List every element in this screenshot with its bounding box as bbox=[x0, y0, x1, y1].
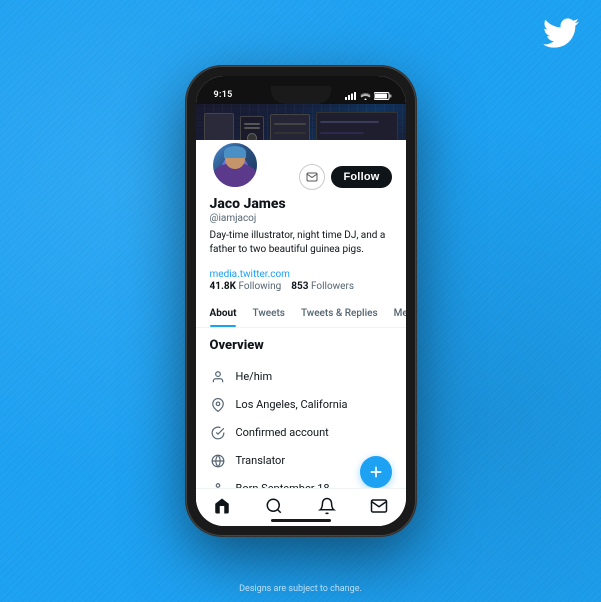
followers-stat[interactable]: 853 Followers bbox=[291, 281, 354, 292]
battery-icon bbox=[374, 92, 392, 100]
profile-link[interactable]: media.twitter.com bbox=[210, 269, 290, 280]
following-count: 41.8K bbox=[210, 281, 236, 292]
following-stat[interactable]: 41.8K Following bbox=[210, 281, 282, 292]
followers-label: Followers bbox=[311, 281, 354, 292]
translator-text: Translator bbox=[236, 454, 286, 467]
overview-title: Overview bbox=[210, 338, 392, 353]
profile-handle: @iamjacoj bbox=[210, 213, 392, 224]
profile-name: Jaco James bbox=[210, 196, 392, 213]
nav-search[interactable] bbox=[259, 491, 289, 521]
home-indicator bbox=[271, 519, 331, 522]
phone-mockup: 9:15 bbox=[186, 66, 416, 536]
location-text: Los Angeles, California bbox=[236, 398, 348, 411]
profile-bio: Day-time illustrator, night time DJ, and… bbox=[210, 229, 392, 257]
avatar bbox=[210, 140, 260, 190]
compose-fab[interactable] bbox=[360, 456, 392, 488]
tab-about[interactable]: About bbox=[196, 300, 245, 327]
nav-notifications[interactable] bbox=[312, 491, 342, 521]
location-icon bbox=[210, 397, 226, 413]
profile-tabs: About Tweets Tweets & Replies Media Li… bbox=[196, 300, 406, 328]
following-label: Following bbox=[238, 281, 281, 292]
twitter-logo bbox=[543, 18, 579, 56]
disclaimer-text: Designs are subject to change. bbox=[0, 584, 601, 594]
message-button[interactable] bbox=[299, 164, 325, 190]
verified-text: Confirmed account bbox=[236, 426, 329, 439]
follow-button[interactable]: Follow bbox=[331, 166, 391, 188]
message-icon bbox=[306, 171, 318, 183]
signal-icon bbox=[345, 92, 357, 100]
status-time: 9:15 bbox=[214, 90, 233, 100]
phone-notch bbox=[271, 86, 331, 104]
tab-tweets[interactable]: Tweets bbox=[244, 300, 292, 327]
tab-tweets-replies[interactable]: Tweets & Replies bbox=[293, 300, 386, 327]
info-row-verified: Confirmed account bbox=[210, 419, 392, 447]
gender-text: He/him bbox=[236, 370, 273, 383]
phone-screen: 9:15 bbox=[196, 76, 406, 526]
profile-section: Follow Jaco James @iamjacoj Day-time ill… bbox=[196, 140, 406, 292]
nav-messages[interactable] bbox=[364, 491, 394, 521]
wifi-icon bbox=[360, 92, 371, 100]
tab-media[interactable]: Media bbox=[386, 300, 406, 327]
profile-top: Follow bbox=[210, 140, 392, 190]
globe-icon bbox=[210, 453, 226, 469]
profile-actions: Follow bbox=[299, 164, 391, 190]
followers-count: 853 bbox=[291, 281, 308, 292]
phone-frame: 9:15 bbox=[186, 66, 416, 536]
status-icons bbox=[345, 92, 392, 100]
verified-icon bbox=[210, 425, 226, 441]
person-icon bbox=[210, 369, 226, 385]
profile-stats: 41.8K Following 853 Followers bbox=[210, 281, 392, 292]
info-row-location: Los Angeles, California bbox=[210, 391, 392, 419]
info-row-gender: He/him bbox=[210, 363, 392, 391]
nav-home[interactable] bbox=[207, 491, 237, 521]
